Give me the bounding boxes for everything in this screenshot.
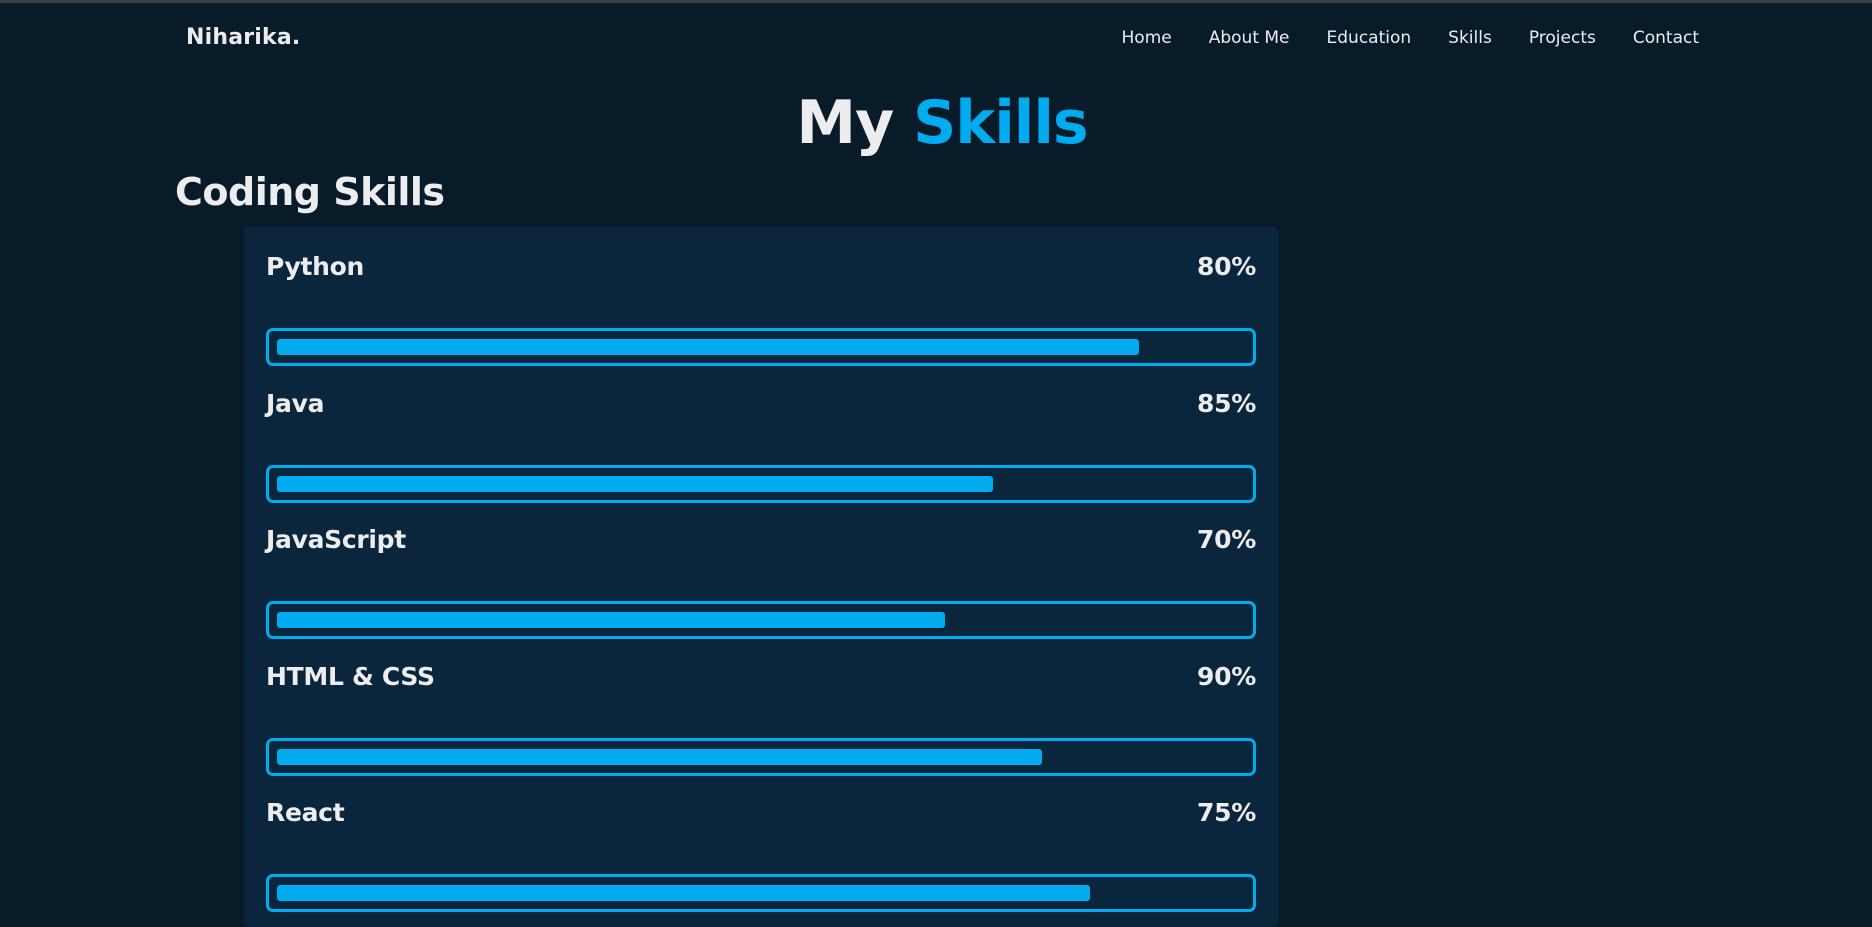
progress-bar — [266, 328, 1256, 366]
skill-item: Java 85% — [266, 389, 1256, 503]
skill-item: JavaScript 70% — [266, 525, 1256, 639]
section-title: Coding Skills — [175, 170, 445, 214]
skill-item: React 75% — [266, 798, 1256, 912]
skill-item: Python 80% — [266, 252, 1256, 366]
skills-panel: Python 80% Java 85% JavaScript 70% HTML … — [244, 227, 1278, 927]
progress-bar — [266, 738, 1256, 776]
page-title: My Skills — [0, 85, 1872, 161]
skill-name: JavaScript — [266, 525, 406, 554]
nav-skills[interactable]: Skills — [1448, 28, 1492, 48]
progress-bar-fill — [277, 612, 945, 628]
skill-percent: 80% — [1197, 252, 1256, 281]
main-nav: Home About Me Education Skills Projects … — [1122, 28, 1699, 48]
site-header: Niharika. Home About Me Education Skills… — [0, 3, 1872, 73]
skill-name: React — [266, 798, 345, 827]
progress-bar — [266, 874, 1256, 912]
skill-percent: 70% — [1197, 525, 1256, 554]
skill-percent: 90% — [1197, 662, 1256, 691]
skill-name: HTML & CSS — [266, 662, 435, 691]
nav-home[interactable]: Home — [1122, 28, 1172, 48]
nav-education[interactable]: Education — [1327, 28, 1412, 48]
skill-percent: 85% — [1197, 389, 1256, 418]
progress-bar-fill — [277, 476, 993, 492]
skill-name: Python — [266, 252, 365, 281]
nav-about-me[interactable]: About Me — [1209, 28, 1290, 48]
nav-contact[interactable]: Contact — [1633, 28, 1699, 48]
page-title-accent: Skills — [913, 88, 1089, 158]
nav-projects[interactable]: Projects — [1529, 28, 1596, 48]
progress-bar-fill — [277, 749, 1042, 765]
progress-bar — [266, 601, 1256, 639]
progress-bar — [266, 465, 1256, 503]
progress-bar-fill — [277, 339, 1139, 355]
progress-bar-fill — [277, 885, 1090, 901]
skill-item: HTML & CSS 90% — [266, 662, 1256, 776]
skill-name: Java — [266, 389, 325, 418]
logo[interactable]: Niharika. — [186, 25, 301, 50]
skill-percent: 75% — [1197, 798, 1256, 827]
page-title-main: My — [796, 88, 894, 158]
